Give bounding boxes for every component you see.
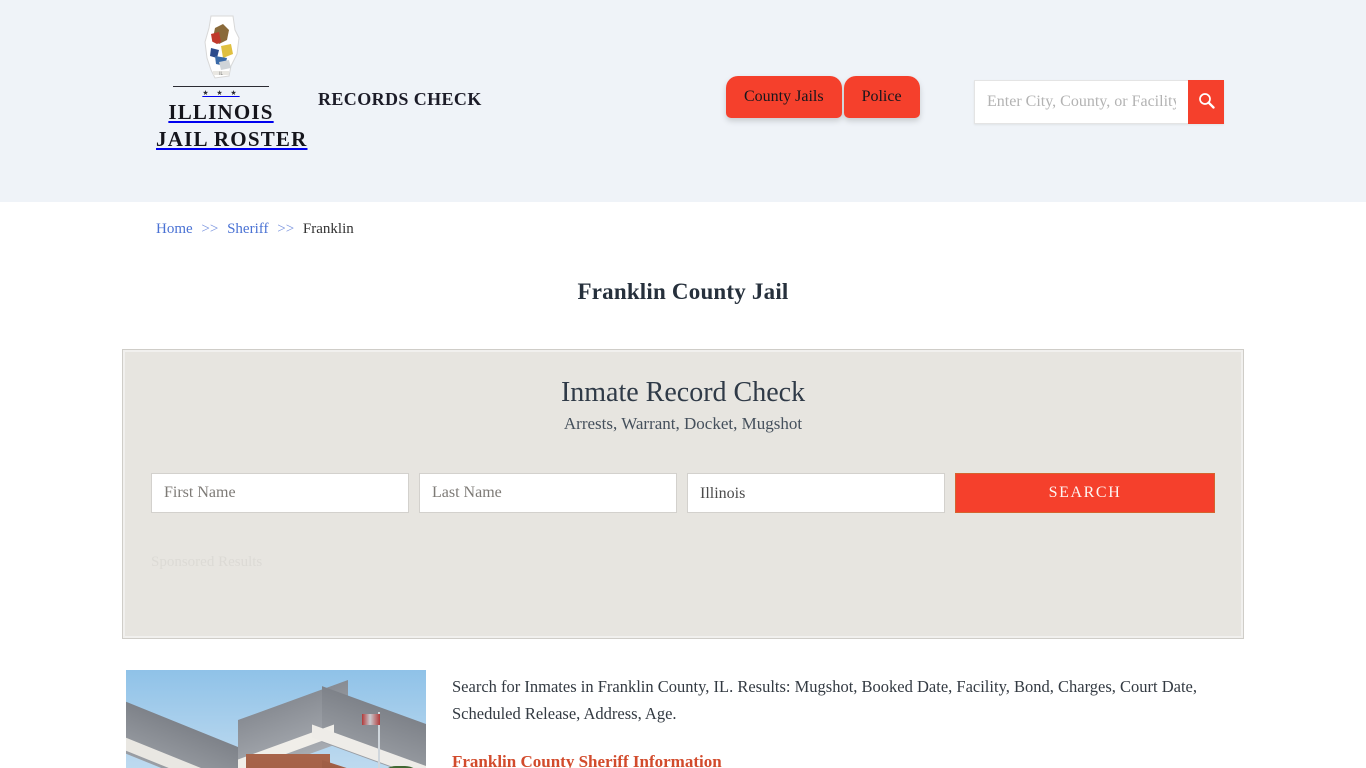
state-select[interactable]: Illinois <box>687 473 945 513</box>
search-icon <box>1198 92 1215 112</box>
brand-name-line2: JAIL ROSTER <box>156 127 308 151</box>
brand-stars: ★ ★ ★ <box>202 89 240 97</box>
photo-brick-center <box>246 754 330 768</box>
brand-name-line1: ILLINOIS <box>168 100 274 124</box>
brand-divider <box>173 86 269 87</box>
first-name-input[interactable] <box>151 473 409 513</box>
sheriff-information-heading: Franklin County Sheriff Information <box>452 752 722 768</box>
nav-tab-county-jails[interactable]: County Jails <box>726 76 842 118</box>
breadcrumb-separator: >> <box>277 221 295 237</box>
facility-description: Search for Inmates in Franklin County, I… <box>452 677 1197 723</box>
facility-photo <box>126 670 426 768</box>
illinois-state-seal-icon: IL <box>189 14 253 80</box>
site-header: IL ★ ★ ★ ILLINOIS JAIL ROSTER RECORDS CH… <box>0 0 1366 202</box>
facility-text-block: Search for Inmates in Franklin County, I… <box>452 670 1243 768</box>
primary-nav: County Jails Police <box>726 76 920 118</box>
inmate-record-check-card: Inmate Record Check Arrests, Warrant, Do… <box>122 349 1244 639</box>
nav-tab-police[interactable]: Police <box>843 76 920 118</box>
breadcrumb-current: Franklin <box>302 221 354 237</box>
header-search <box>974 80 1224 124</box>
search-submit-button[interactable] <box>1188 80 1224 124</box>
breadcrumb-link-sheriff[interactable]: Sheriff <box>227 221 268 237</box>
card-subtitle: Arrests, Warrant, Docket, Mugshot <box>563 414 803 433</box>
breadcrumb-link-home[interactable]: Home <box>156 221 193 237</box>
last-name-input[interactable] <box>419 473 677 513</box>
page-title: Franklin County Jail <box>577 279 789 304</box>
inmate-search-form: Illinois SEARCH <box>151 473 1215 513</box>
breadcrumb: Home >> Sheriff >> Franklin <box>123 202 1243 238</box>
site-tagline: RECORDS CHECK <box>318 89 482 109</box>
facility-content: Search for Inmates in Franklin County, I… <box>123 670 1243 768</box>
sponsored-results-label: Sponsored Results <box>151 554 263 570</box>
site-logo[interactable]: IL ★ ★ ★ ILLINOIS JAIL ROSTER <box>156 14 308 152</box>
card-title: Inmate Record Check <box>560 377 806 408</box>
inmate-search-button[interactable]: SEARCH <box>955 473 1215 513</box>
photo-flag <box>362 714 380 725</box>
breadcrumb-separator: >> <box>201 221 219 237</box>
header-inner: IL ★ ★ ★ ILLINOIS JAIL ROSTER RECORDS CH… <box>123 0 1243 202</box>
search-input[interactable] <box>974 80 1188 124</box>
